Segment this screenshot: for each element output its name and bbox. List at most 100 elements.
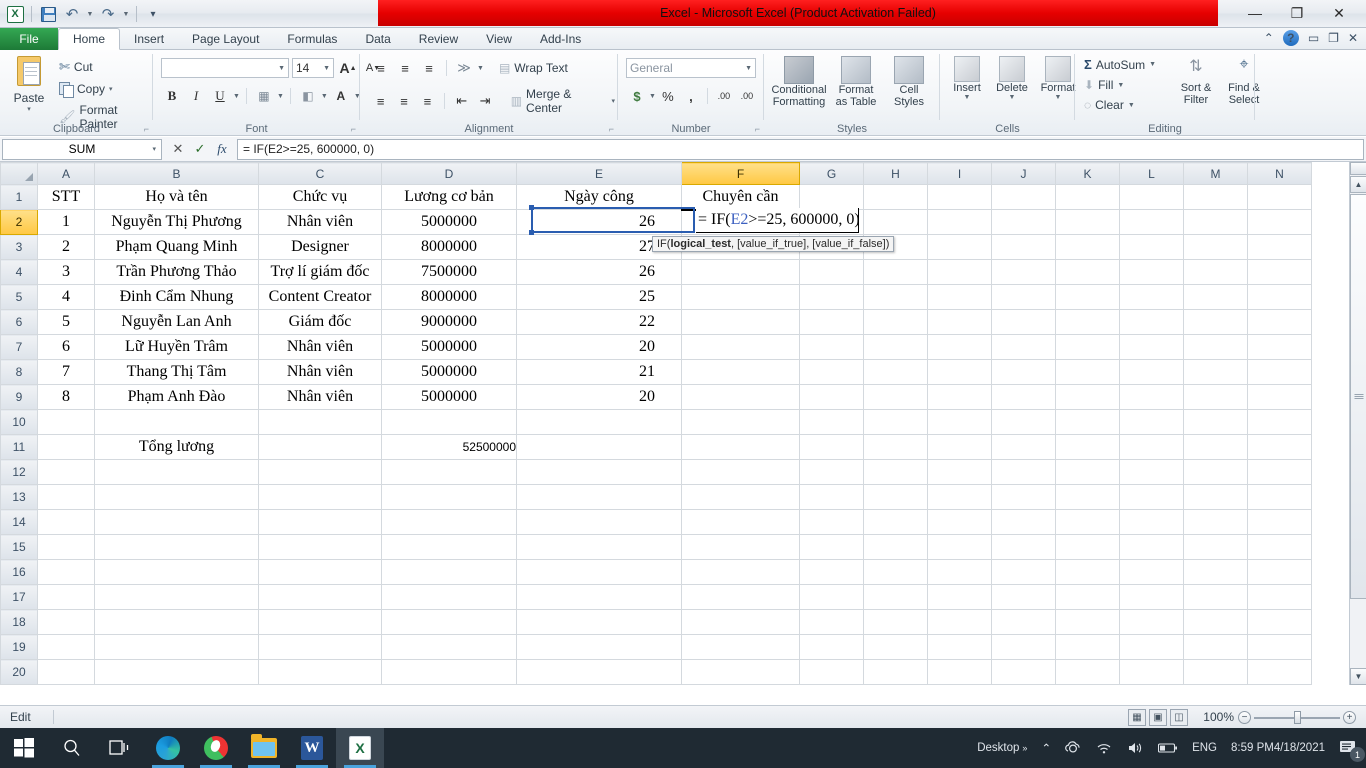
cell-L4[interactable] bbox=[1119, 259, 1184, 285]
cell-A18[interactable] bbox=[37, 609, 95, 635]
table-row[interactable]: 7 6 Lữ Huyền Trâm Nhân viên 5000000 20 bbox=[0, 334, 1312, 360]
cell-J15[interactable] bbox=[991, 534, 1056, 560]
cell-J8[interactable] bbox=[991, 359, 1056, 385]
cell-I8[interactable] bbox=[927, 359, 992, 385]
orientation-icon[interactable]: ≫ bbox=[453, 58, 475, 78]
cell-J14[interactable] bbox=[991, 509, 1056, 535]
row-header-17[interactable]: 17 bbox=[0, 584, 38, 610]
cell-A15[interactable] bbox=[37, 534, 95, 560]
customize-qat-icon[interactable]: ▾ bbox=[142, 3, 164, 25]
select-all-corner[interactable] bbox=[0, 162, 38, 185]
col-header-C[interactable]: C bbox=[258, 162, 382, 185]
spreadsheet-grid[interactable]: A B C D E F G H I J K L M N 1 STT Họ và … bbox=[0, 162, 1366, 685]
cell-K20[interactable] bbox=[1055, 659, 1120, 685]
cell-M13[interactable] bbox=[1183, 484, 1248, 510]
cell-M19[interactable] bbox=[1183, 634, 1248, 660]
italic-button[interactable]: I bbox=[185, 86, 207, 106]
taskbar-app-explorer[interactable] bbox=[240, 728, 288, 768]
cell-C18[interactable] bbox=[258, 609, 382, 635]
cell-I7[interactable] bbox=[927, 334, 992, 360]
cell-L8[interactable] bbox=[1119, 359, 1184, 385]
clock[interactable]: 8:59 PM 4/18/2021 bbox=[1224, 728, 1332, 768]
cell-C12[interactable] bbox=[258, 459, 382, 485]
table-row[interactable]: 9 8 Phạm Anh Đào Nhân viên 5000000 20 bbox=[0, 384, 1312, 410]
zoom-slider-thumb[interactable] bbox=[1294, 711, 1301, 724]
merge-center-button[interactable]: ▥ Merge & Center ▾ bbox=[508, 86, 618, 116]
normal-view-icon[interactable]: ▦ bbox=[1128, 709, 1146, 726]
cell-E12[interactable] bbox=[516, 459, 682, 485]
cell-D21[interactable] bbox=[381, 684, 517, 685]
cell-G12[interactable] bbox=[799, 459, 864, 485]
cell-C4[interactable]: Trợ lí giám đốc bbox=[258, 259, 382, 285]
cell-D12[interactable] bbox=[381, 459, 517, 485]
language-indicator[interactable]: ENG bbox=[1185, 728, 1224, 768]
cell-A8[interactable]: 7 bbox=[37, 359, 95, 385]
paste-button[interactable]: Paste ▾ bbox=[6, 56, 52, 113]
align-center-icon[interactable]: ≡ bbox=[393, 91, 414, 111]
cell-N5[interactable] bbox=[1247, 284, 1312, 310]
currency-dropdown-icon[interactable]: ▼ bbox=[649, 93, 656, 100]
cell-I6[interactable] bbox=[927, 309, 992, 335]
cell-C6[interactable]: Giám đốc bbox=[258, 309, 382, 335]
cell-D18[interactable] bbox=[381, 609, 517, 635]
table-row[interactable]: 14 bbox=[0, 509, 1312, 535]
window-controls[interactable]: — ❐ ✕ bbox=[1234, 2, 1360, 24]
cell-N10[interactable] bbox=[1247, 409, 1312, 435]
cell-L16[interactable] bbox=[1119, 559, 1184, 585]
cell-A11[interactable] bbox=[37, 434, 95, 460]
format-as-table-button[interactable]: Format as Table bbox=[830, 56, 882, 108]
cell-F4[interactable] bbox=[681, 259, 800, 285]
cell-I14[interactable] bbox=[927, 509, 992, 535]
cell-G11[interactable] bbox=[799, 434, 864, 460]
col-header-G[interactable]: G bbox=[799, 162, 864, 185]
bold-button[interactable]: B bbox=[161, 86, 183, 106]
save-icon[interactable] bbox=[37, 3, 59, 25]
table-row[interactable]: 4 3 Trần Phương Thảo Trợ lí giám đốc 750… bbox=[0, 259, 1312, 285]
cell-E20[interactable] bbox=[516, 659, 682, 685]
table-row[interactable]: 12 bbox=[0, 459, 1312, 485]
cell-M6[interactable] bbox=[1183, 309, 1248, 335]
cell-M9[interactable] bbox=[1183, 384, 1248, 410]
cell-I17[interactable] bbox=[927, 584, 992, 610]
cell-N15[interactable] bbox=[1247, 534, 1312, 560]
cell-K1[interactable] bbox=[1055, 184, 1120, 210]
cell-K21[interactable] bbox=[1055, 684, 1120, 685]
cell-H14[interactable] bbox=[863, 509, 928, 535]
row-header-10[interactable]: 10 bbox=[0, 409, 38, 435]
cell-N4[interactable] bbox=[1247, 259, 1312, 285]
zoom-in-button[interactable]: + bbox=[1343, 711, 1356, 724]
font-color-icon[interactable]: A bbox=[330, 86, 352, 106]
cell-L13[interactable] bbox=[1119, 484, 1184, 510]
page-layout-view-icon[interactable]: ▣ bbox=[1149, 709, 1167, 726]
fill-button[interactable]: ⬇ Fill ▼ bbox=[1081, 77, 1159, 93]
cell-C7[interactable]: Nhân viên bbox=[258, 334, 382, 360]
tab-data[interactable]: Data bbox=[351, 28, 404, 50]
cell-L18[interactable] bbox=[1119, 609, 1184, 635]
cell-J19[interactable] bbox=[991, 634, 1056, 660]
cell-N2[interactable] bbox=[1247, 209, 1312, 235]
merge-center-dropdown-icon[interactable]: ▾ bbox=[612, 97, 616, 105]
cell-I2[interactable] bbox=[927, 209, 992, 235]
cell-F18[interactable] bbox=[681, 609, 800, 635]
cell-B9[interactable]: Phạm Anh Đào bbox=[94, 384, 259, 410]
cell-B19[interactable] bbox=[94, 634, 259, 660]
cell-H6[interactable] bbox=[863, 309, 928, 335]
number-dialog-launcher[interactable]: ⌐ bbox=[755, 124, 760, 134]
cell-J12[interactable] bbox=[991, 459, 1056, 485]
cell-H15[interactable] bbox=[863, 534, 928, 560]
cell-L6[interactable] bbox=[1119, 309, 1184, 335]
formula-input[interactable]: = IF(E2>=25, 600000, 0) bbox=[237, 138, 1364, 160]
cell-K10[interactable] bbox=[1055, 409, 1120, 435]
page-break-view-icon[interactable]: ◫ bbox=[1170, 709, 1188, 726]
cell-B1[interactable]: Họ và tên bbox=[94, 184, 259, 210]
table-row[interactable]: 18 bbox=[0, 609, 1312, 635]
tab-page-layout[interactable]: Page Layout bbox=[178, 28, 273, 50]
cell-N13[interactable] bbox=[1247, 484, 1312, 510]
col-header-H[interactable]: H bbox=[863, 162, 928, 185]
row-header-6[interactable]: 6 bbox=[0, 309, 38, 335]
cancel-edit-icon[interactable]: ✕ bbox=[167, 139, 189, 160]
cell-K9[interactable] bbox=[1055, 384, 1120, 410]
cell-L2[interactable] bbox=[1119, 209, 1184, 235]
cell-N19[interactable] bbox=[1247, 634, 1312, 660]
cell-E10[interactable] bbox=[516, 409, 682, 435]
